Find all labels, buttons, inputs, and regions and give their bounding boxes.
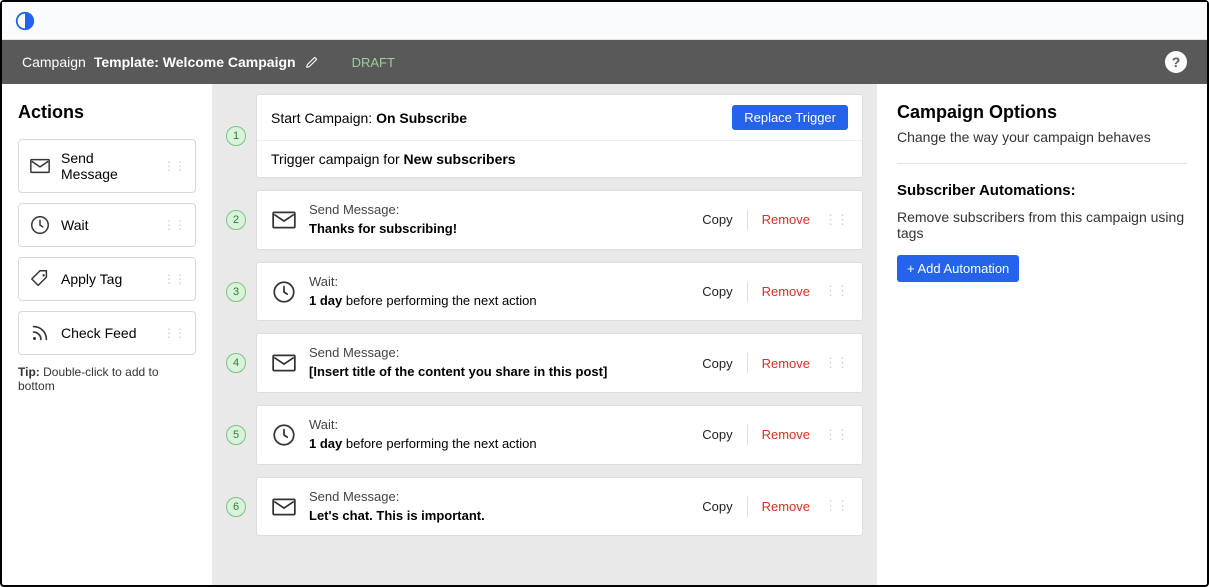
- drag-handle-icon[interactable]: ⋮⋮: [824, 288, 848, 295]
- drag-handle-icon[interactable]: ⋮⋮: [163, 159, 185, 173]
- copy-button[interactable]: Copy: [702, 284, 732, 299]
- step-number-6: 6: [226, 497, 246, 517]
- action-send-message[interactable]: Send Message ⋮⋮: [18, 139, 196, 193]
- step-text: Wait:1 day before performing the next ac…: [309, 273, 537, 311]
- automations-hint: Remove subscribers from this campaign us…: [897, 209, 1187, 241]
- action-label: Apply Tag: [61, 271, 122, 287]
- copy-button[interactable]: Copy: [702, 212, 732, 227]
- clock-icon: [271, 422, 297, 448]
- replace-trigger-button[interactable]: Replace Trigger: [732, 105, 848, 130]
- drag-handle-icon[interactable]: ⋮⋮: [163, 326, 185, 340]
- action-label: Check Feed: [61, 325, 136, 341]
- sidebar-heading: Actions: [18, 102, 196, 123]
- drag-handle-icon[interactable]: ⋮⋮: [824, 360, 848, 367]
- clock-icon: [29, 214, 51, 236]
- start-body: Trigger campaign for New subscribers: [257, 141, 862, 177]
- automations-heading: Subscriber Automations:: [897, 182, 1187, 199]
- actions-sidebar: Actions Send Message ⋮⋮ Wait ⋮⋮ Apply Ta…: [2, 84, 212, 585]
- options-heading: Campaign Options: [897, 102, 1187, 123]
- drag-handle-icon[interactable]: ⋮⋮: [824, 432, 848, 439]
- copy-button[interactable]: Copy: [702, 427, 732, 442]
- divider: [897, 163, 1187, 164]
- drag-handle-icon[interactable]: ⋮⋮: [163, 218, 185, 232]
- remove-button[interactable]: Remove: [762, 499, 810, 514]
- tag-icon: [29, 268, 51, 290]
- action-check-feed[interactable]: Check Feed ⋮⋮: [18, 311, 196, 355]
- step-number-3: 3: [226, 282, 246, 302]
- copy-button[interactable]: Copy: [702, 356, 732, 371]
- step-card[interactable]: Send Message:[Insert title of the conten…: [256, 333, 863, 393]
- separator: [747, 353, 748, 373]
- separator: [747, 497, 748, 517]
- drag-handle-icon[interactable]: ⋮⋮: [824, 503, 848, 510]
- add-automation-button[interactable]: + Add Automation: [897, 255, 1019, 282]
- top-logo-bar: [2, 2, 1207, 40]
- rss-icon: [29, 322, 51, 344]
- start-title: Start Campaign: On Subscribe: [271, 110, 467, 126]
- envelope-icon: [271, 494, 297, 520]
- step-number-5: 5: [226, 425, 246, 445]
- step-text: Send Message:Let's chat. This is importa…: [309, 488, 485, 526]
- step-card[interactable]: Wait:1 day before performing the next ac…: [256, 262, 863, 322]
- drag-handle-icon[interactable]: ⋮⋮: [824, 217, 848, 224]
- step-number-4: 4: [226, 353, 246, 373]
- envelope-icon: [271, 350, 297, 376]
- sidebar-tip: Tip: Double-click to add to bottom: [18, 365, 196, 393]
- pencil-icon[interactable]: [304, 54, 320, 70]
- status-badge: DRAFT: [352, 55, 395, 70]
- step-card[interactable]: Wait:1 day before performing the next ac…: [256, 405, 863, 465]
- action-label: Send Message: [61, 150, 153, 182]
- separator: [747, 282, 748, 302]
- separator: [747, 425, 748, 445]
- step-card[interactable]: Send Message:Let's chat. This is importa…: [256, 477, 863, 537]
- step-card[interactable]: Send Message:Thanks for subscribing! Copy…: [256, 190, 863, 250]
- campaign-canvas: 1 Start Campaign: On Subscribe Replace T…: [212, 84, 877, 585]
- step-text: Send Message:[Insert title of the conten…: [309, 344, 607, 382]
- action-label: Wait: [61, 217, 88, 233]
- step-text: Wait:1 day before performing the next ac…: [309, 416, 537, 454]
- remove-button[interactable]: Remove: [762, 356, 810, 371]
- header-label: Campaign: [22, 54, 86, 70]
- step-number-2: 2: [226, 210, 246, 230]
- remove-button[interactable]: Remove: [762, 284, 810, 299]
- action-wait[interactable]: Wait ⋮⋮: [18, 203, 196, 247]
- help-button[interactable]: ?: [1165, 51, 1187, 73]
- header-title: Template: Welcome Campaign: [94, 54, 296, 70]
- step-number-1: 1: [226, 126, 246, 146]
- campaign-header: Campaign Template: Welcome Campaign DRAF…: [2, 40, 1207, 84]
- options-sub: Change the way your campaign behaves: [897, 129, 1187, 145]
- action-apply-tag[interactable]: Apply Tag ⋮⋮: [18, 257, 196, 301]
- start-campaign-card[interactable]: Start Campaign: On Subscribe Replace Tri…: [256, 94, 863, 178]
- remove-button[interactable]: Remove: [762, 427, 810, 442]
- envelope-icon: [271, 207, 297, 233]
- drag-handle-icon[interactable]: ⋮⋮: [163, 272, 185, 286]
- remove-button[interactable]: Remove: [762, 212, 810, 227]
- clock-icon: [271, 279, 297, 305]
- brand-logo-icon: [14, 10, 36, 32]
- envelope-icon: [29, 155, 51, 177]
- separator: [747, 210, 748, 230]
- step-text: Send Message:Thanks for subscribing!: [309, 201, 457, 239]
- campaign-options-panel: Campaign Options Change the way your cam…: [877, 84, 1207, 585]
- copy-button[interactable]: Copy: [702, 499, 732, 514]
